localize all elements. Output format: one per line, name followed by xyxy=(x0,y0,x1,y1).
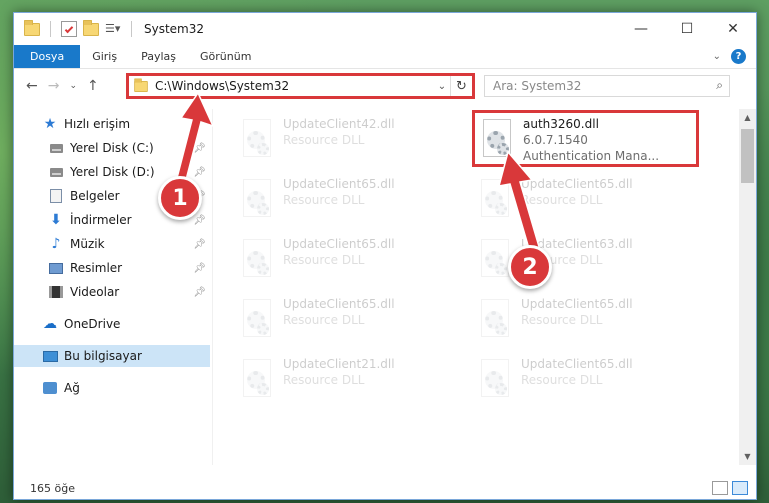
callout-badge-1: 1 xyxy=(158,176,202,220)
callout-badge-2: 2 xyxy=(508,245,552,289)
callout-arrow-1 xyxy=(174,91,541,253)
